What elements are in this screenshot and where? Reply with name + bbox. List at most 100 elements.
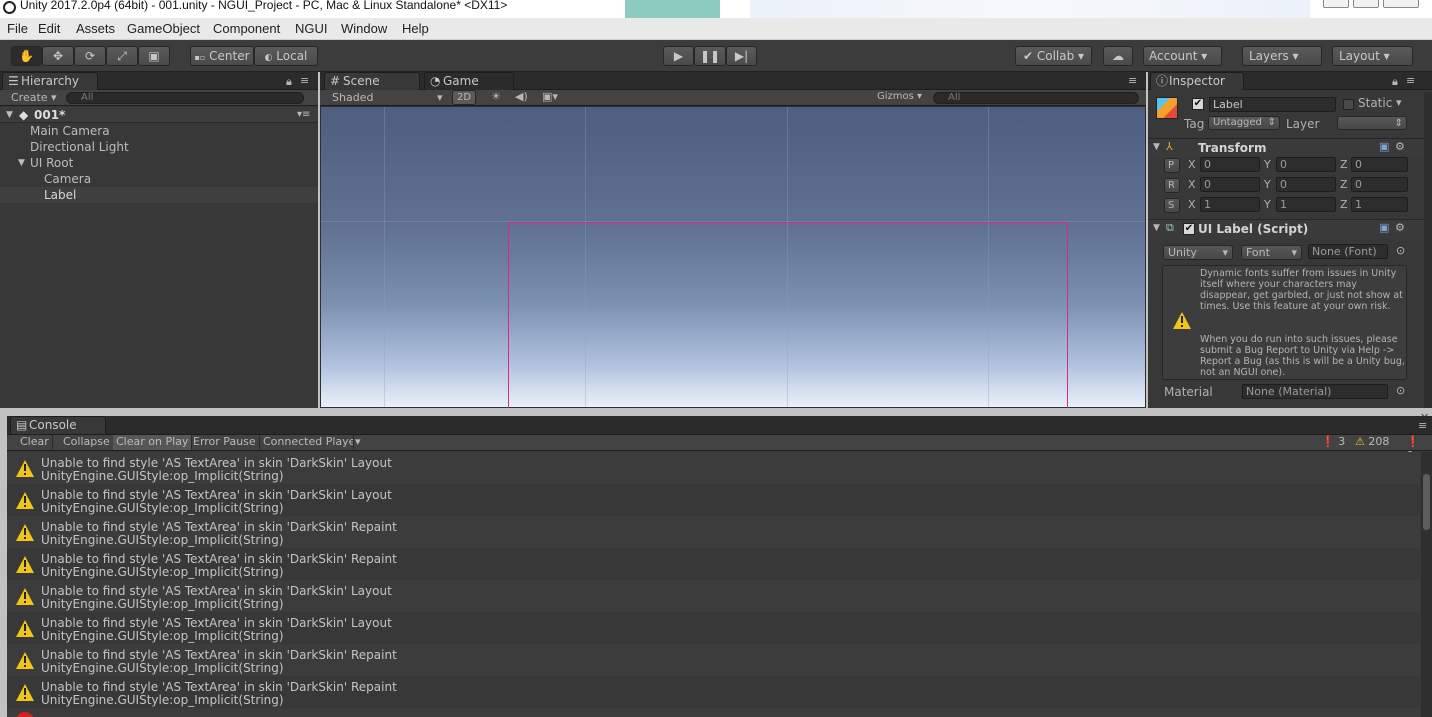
rotation-z-field[interactable]: 0 bbox=[1351, 177, 1408, 192]
scene-root-row[interactable]: ▼ ◆ 001* ▾≡ bbox=[0, 107, 318, 123]
console-message-row[interactable]: Unable to find style 'AS TextArea' in sk… bbox=[7, 676, 1420, 708]
layout-dropdown[interactable]: Layout ▾ bbox=[1332, 46, 1413, 66]
menu-edit[interactable]: Edit bbox=[38, 21, 60, 36]
font-object-field[interactable]: None (Font) bbox=[1308, 244, 1388, 259]
lock-icon[interactable]: 🔒︎ bbox=[1392, 75, 1398, 89]
inspector-scrollbar[interactable] bbox=[1424, 92, 1432, 408]
console-message-row[interactable]: Unable to find style 'AS TextArea' in sk… bbox=[7, 612, 1420, 644]
position-y-field[interactable]: 0 bbox=[1276, 157, 1336, 172]
settings-gear-icon[interactable]: ⚙ bbox=[1395, 221, 1405, 234]
minimize-button[interactable] bbox=[1323, 0, 1349, 8]
font-dropdown[interactable]: Font ▾ bbox=[1241, 245, 1302, 260]
hierarchy-item-main-camera[interactable]: Main Camera bbox=[0, 123, 318, 139]
error-filter-toggle[interactable]: ❗ 6 bbox=[1403, 435, 1432, 462]
scale-x-field[interactable]: 1 bbox=[1200, 197, 1260, 212]
menu-help[interactable]: Help bbox=[402, 21, 429, 36]
menu-component[interactable]: Component bbox=[213, 21, 280, 36]
error-pause-button[interactable]: Error Pause bbox=[190, 435, 260, 450]
panel-menu-icon[interactable]: ≡ bbox=[1406, 74, 1415, 87]
2d-toggle[interactable]: 2D bbox=[452, 90, 476, 105]
position-x-field[interactable]: 0 bbox=[1200, 157, 1260, 172]
console-message-row[interactable]: Unable to find style 'AS TextArea' in sk… bbox=[7, 644, 1420, 676]
console-message-row[interactable]: Unable to find style 'AS TextArea' in sk… bbox=[7, 580, 1420, 612]
pivot-local-button[interactable]: ◐ Local bbox=[254, 46, 318, 66]
rect-tool-button[interactable]: ▣ bbox=[138, 46, 170, 66]
cloud-button[interactable]: ☁ bbox=[1103, 46, 1133, 66]
rotation-y-field[interactable]: 0 bbox=[1276, 177, 1336, 192]
object-picker-icon[interactable]: ⊙ bbox=[1396, 384, 1405, 397]
settings-gear-icon[interactable]: ⚙ bbox=[1395, 140, 1405, 153]
menu-file[interactable]: File bbox=[7, 21, 28, 36]
tab-inspector[interactable]: ⓘ Inspector bbox=[1150, 72, 1244, 90]
hierarchy-item-directional-light[interactable]: Directional Light bbox=[0, 139, 318, 155]
play-button[interactable]: ▶ bbox=[663, 46, 694, 66]
menu-ngui[interactable]: NGUI bbox=[295, 21, 328, 36]
rotation-x-field[interactable]: 0 bbox=[1200, 177, 1260, 192]
tab-hierarchy[interactable]: ☰ Hierarchy bbox=[2, 72, 98, 90]
panel-menu-icon[interactable]: ≡ bbox=[300, 74, 309, 87]
gizmos-dropdown[interactable]: Gizmos ▾ bbox=[877, 91, 922, 102]
tab-console[interactable]: ▤ Console bbox=[10, 416, 106, 434]
panel-menu-icon[interactable]: ≡ bbox=[1418, 419, 1427, 432]
layer-dropdown[interactable]: ⇕ bbox=[1337, 116, 1407, 130]
scale-y-field[interactable]: 1 bbox=[1276, 197, 1336, 212]
console-message-row[interactable]: Unable to find style 'AS TextArea' in sk… bbox=[7, 548, 1420, 580]
audio-icon[interactable]: ◀) bbox=[515, 90, 528, 103]
object-picker-icon[interactable]: ⊙ bbox=[1396, 244, 1405, 257]
close-button[interactable] bbox=[1383, 0, 1419, 8]
pause-button[interactable]: ❚❚ bbox=[694, 46, 726, 66]
warning-filter-toggle[interactable]: ⚠ 208 bbox=[1352, 435, 1392, 450]
menu-window[interactable]: Window bbox=[341, 21, 387, 36]
console-message-row[interactable]: Unable to find style 'AS TextArea' in sk… bbox=[7, 484, 1420, 516]
hand-tool-button[interactable]: ✋ bbox=[11, 46, 42, 66]
help-icon[interactable]: ▣ bbox=[1379, 140, 1389, 153]
lock-icon[interactable]: 🔒︎ bbox=[286, 75, 292, 89]
enabled-checkbox[interactable]: ✔ bbox=[1183, 223, 1195, 235]
connected-player-dropdown[interactable]: Connected Playe bbox=[260, 435, 354, 450]
move-tool-button[interactable]: ✥ bbox=[42, 46, 74, 66]
panel-menu-icon[interactable]: ≡ bbox=[1128, 74, 1137, 87]
layers-dropdown[interactable]: Layers ▾ bbox=[1242, 46, 1322, 66]
tag-dropdown[interactable]: Untagged ⇕ bbox=[1208, 116, 1280, 130]
pivot-center-button[interactable]: ▪▫ Center bbox=[190, 46, 254, 66]
scale-tool-button[interactable]: ⤢ bbox=[106, 46, 138, 66]
taskbar-item[interactable] bbox=[625, 0, 720, 18]
scale-reset-button[interactable]: S bbox=[1164, 198, 1180, 213]
expand-arrow-icon[interactable]: ▼ bbox=[18, 155, 25, 171]
create-dropdown[interactable]: Create ▾ bbox=[11, 91, 57, 104]
maximize-button[interactable] bbox=[1353, 0, 1379, 8]
font-type-dropdown[interactable]: Unity ▾ bbox=[1163, 245, 1233, 260]
scene-menu-icon[interactable]: ▾≡ bbox=[297, 107, 310, 123]
collapse-arrow-icon[interactable]: ▼ bbox=[1153, 142, 1160, 152]
material-field[interactable]: None (Material) bbox=[1242, 384, 1388, 399]
scene-search-input[interactable]: All bbox=[933, 92, 1139, 104]
scene-viewport[interactable] bbox=[321, 107, 1145, 412]
rotate-tool-button[interactable]: ⟳ bbox=[74, 46, 106, 66]
info-filter-toggle[interactable]: ❗ 3 bbox=[1318, 435, 1348, 450]
help-icon[interactable]: ▣ bbox=[1379, 221, 1389, 234]
collab-button[interactable]: ✔ Collab ▾ bbox=[1015, 46, 1092, 66]
static-dropdown-icon[interactable]: ▾ bbox=[1396, 96, 1402, 109]
position-z-field[interactable]: 0 bbox=[1351, 157, 1408, 172]
tab-scene[interactable]: # Scene bbox=[324, 72, 420, 90]
menu-gameobject[interactable]: GameObject bbox=[127, 21, 200, 36]
collapse-arrow-icon[interactable]: ▼ bbox=[1153, 223, 1160, 233]
expand-arrow-icon[interactable]: ▼ bbox=[6, 107, 13, 123]
collapse-button[interactable]: Collapse bbox=[60, 435, 114, 450]
transform-header[interactable]: ▼ ⅄ Transform ▣ ⚙ bbox=[1148, 138, 1432, 158]
hierarchy-item-label[interactable]: Label bbox=[0, 187, 318, 203]
clear-button[interactable]: Clear bbox=[17, 435, 53, 450]
object-name-field[interactable]: Label bbox=[1209, 97, 1336, 112]
uilabel-header[interactable]: ▼ ⧉ ✔ UI Label (Script) ▣ ⚙ bbox=[1148, 219, 1432, 239]
rotation-reset-button[interactable]: R bbox=[1164, 178, 1180, 193]
tab-game[interactable]: ◔ Game bbox=[424, 72, 514, 90]
console-message-row[interactable]: Unable to find style 'AS TextArea' in sk… bbox=[7, 452, 1420, 484]
static-checkbox[interactable] bbox=[1343, 99, 1354, 110]
scrollbar-thumb[interactable] bbox=[1423, 474, 1430, 530]
effects-icon[interactable]: ▣▾ bbox=[542, 90, 558, 103]
console-scrollbar[interactable] bbox=[1421, 452, 1432, 717]
console-message-row[interactable] bbox=[7, 708, 1420, 717]
clear-on-play-button[interactable]: Clear on Play bbox=[113, 435, 193, 450]
menu-assets[interactable]: Assets bbox=[76, 21, 115, 36]
hierarchy-search-input[interactable]: All bbox=[66, 92, 304, 104]
